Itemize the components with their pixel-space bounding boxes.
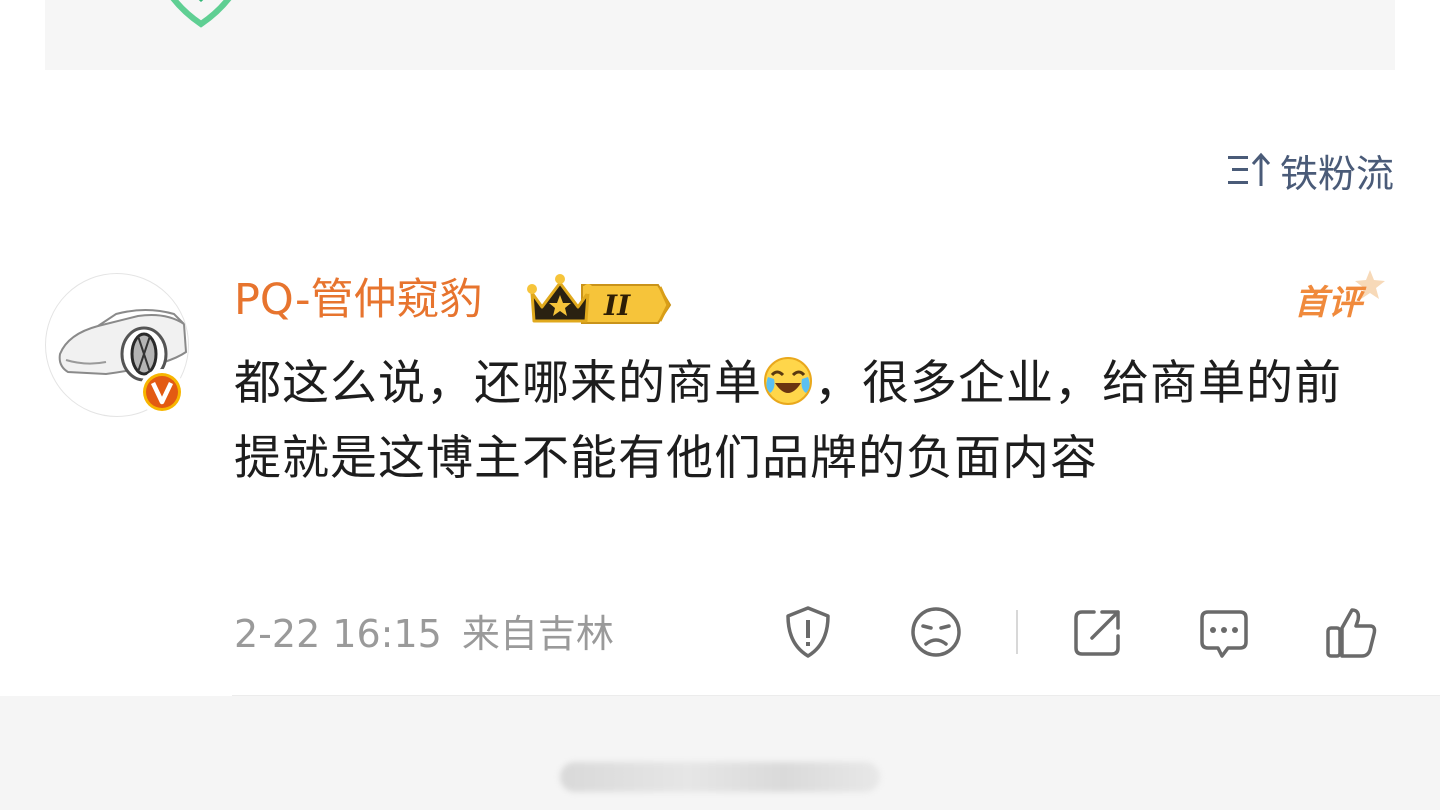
first-comment-label: 首评 [1294, 283, 1367, 323]
comment-username[interactable]: PQ-管仲窥豹 [234, 272, 483, 328]
comment-text-part1: 都这么说，还哪来的商单 [234, 356, 762, 411]
blurred-watermark [560, 762, 880, 792]
sort-label: 铁粉流 [1279, 151, 1394, 196]
sort-toggle[interactable]: 铁粉流 [1226, 142, 1394, 198]
crown-level-badge[interactable]: II [526, 271, 672, 325]
sort-icon [1227, 152, 1271, 186]
report-icon[interactable] [780, 604, 836, 660]
reply-icon[interactable] [1196, 604, 1252, 660]
shield-icon [170, 0, 232, 28]
comment-date: 2-22 16:15 [234, 612, 442, 656]
like-icon[interactable] [1324, 604, 1380, 660]
comment-body: 都这么说，还哪来的商单 ，很多企业，给商单的前提就是这博主不能有他们品牌的负面内容 [234, 346, 1364, 496]
first-comment-badge: 首评 [1294, 270, 1385, 323]
verified-v-icon [139, 369, 185, 415]
share-icon[interactable] [1070, 604, 1126, 660]
bottom-bar [0, 696, 1440, 810]
laughing-crying-emoji-icon [764, 357, 812, 405]
dislike-icon[interactable] [908, 604, 964, 660]
weibo-comment-page: 铁粉流 PQ-管仲窥豹 II 首评 都这么说，还哪来的商单 ，很多企业，给商单的… [0, 0, 1440, 810]
comment-avatar[interactable] [45, 273, 189, 417]
comment-location: 来自吉林 [461, 612, 614, 656]
comment-meta: 2-22 16:15 来自吉林 [234, 606, 614, 662]
action-divider [1016, 610, 1018, 654]
previous-card [45, 0, 1395, 70]
badge-level-text: II [603, 289, 631, 322]
